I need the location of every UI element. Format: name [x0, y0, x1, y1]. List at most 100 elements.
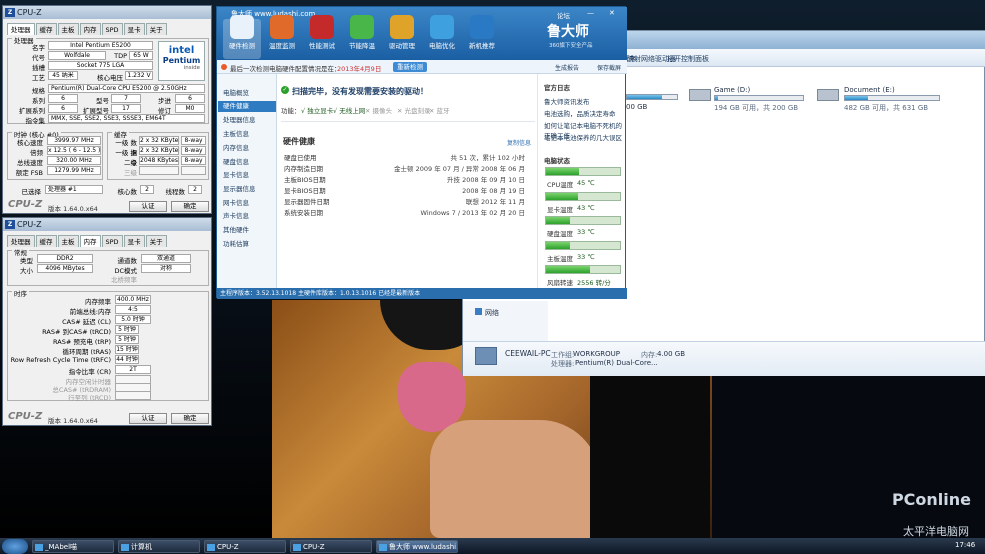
- copy-info-link[interactable]: 复制信息: [507, 138, 531, 147]
- rated-fsb-label: 额定 FSB: [15, 169, 43, 177]
- nav-item-0[interactable]: 硬件检测: [223, 40, 261, 50]
- mem-size-label: 大小: [20, 267, 33, 275]
- minimize-button[interactable]: —: [587, 9, 594, 17]
- sidebar-item-3[interactable]: 主板信息: [223, 128, 249, 138]
- explorer-details-pane: [463, 341, 985, 376]
- health-row-key-4: 显示器固件日期: [284, 198, 330, 206]
- sidebar-item-1[interactable]: 硬件健康: [218, 100, 276, 112]
- sidebar-item-0[interactable]: 电脑概览: [223, 87, 249, 97]
- ras-label: 循环周期 (tRAS): [62, 348, 111, 356]
- tab-processor[interactable]: 处理器: [7, 23, 35, 35]
- validate2-button[interactable]: 认证: [129, 413, 167, 424]
- tab-mainboard[interactable]: 主板: [57, 23, 79, 35]
- core-speed-label: 核心速度: [17, 139, 43, 147]
- tab2-mainboard[interactable]: 主板: [57, 235, 79, 247]
- info-icon: [221, 64, 227, 70]
- health-row-key-3: 显卡BIOS日期: [284, 187, 326, 195]
- tab-memory[interactable]: 内存: [79, 23, 101, 35]
- function-1: √ 无线上网: [333, 107, 366, 115]
- validate-button[interactable]: 认证: [129, 201, 167, 212]
- cpuz-processor-window[interactable]: Z CPU-Z 处理器 缓存 主板 内存 SPD 显卡 关于 处理器 名字 Intel Pen…: [2, 5, 212, 214]
- rp-label: RAS# 预充电 (tRP): [53, 338, 111, 346]
- tab2-memory[interactable]: 内存: [79, 235, 101, 247]
- health-row-value-3: 2008 年 08 月 19 日: [462, 187, 525, 195]
- drive-d-icon: [689, 89, 711, 101]
- nav-item-2[interactable]: 性能测试: [303, 40, 341, 50]
- dram-freq-label: 内存频率: [85, 298, 111, 306]
- nav-icon-5-icon: [430, 15, 454, 39]
- cas-label: CAS# 延迟 (CL): [62, 318, 111, 326]
- tab-about[interactable]: 关于: [145, 23, 167, 35]
- ludashi-window[interactable]: 鲁大师 www.ludashi.com 论坛 — ✕ 鲁大师 360旗下安全产品…: [216, 6, 627, 299]
- stepping-value: 6: [175, 94, 205, 103]
- sidebar-item-10[interactable]: 其他硬件: [223, 224, 249, 234]
- tab2-spd[interactable]: SPD: [101, 235, 123, 247]
- task-ludashi[interactable]: 鲁大师 www.ludashi...: [376, 540, 458, 553]
- cpuz2-title: CPU-Z: [17, 220, 42, 229]
- task-cpuz-2[interactable]: CPU-Z: [290, 540, 372, 553]
- technology-label: 工艺: [32, 74, 45, 82]
- toolbar-control-panel[interactable]: 打开控制面板: [667, 54, 709, 64]
- task-computer-label: 计算机: [131, 543, 152, 551]
- nav-item-4[interactable]: 驱动管理: [383, 40, 421, 50]
- nav-network[interactable]: 网络: [485, 308, 499, 318]
- sidebar-item-7[interactable]: 显示器信息: [223, 183, 256, 193]
- news-item-3[interactable]: 笔记本电池保养的几大误区: [544, 132, 622, 142]
- task-cpuz-1[interactable]: CPU-Z: [204, 540, 286, 553]
- generate-report-link[interactable]: 生成报告: [555, 63, 579, 72]
- health-row-key-5: 系统安装日期: [284, 209, 323, 217]
- nav-item-6[interactable]: 新机推荐: [463, 40, 501, 50]
- drive-d-bar: [714, 95, 804, 101]
- cpuz1-titlebar[interactable]: Z CPU-Z: [3, 6, 211, 19]
- forum-link[interactable]: 论坛: [557, 10, 570, 20]
- nav-item-1[interactable]: 温度监测: [263, 40, 301, 50]
- tab2-about[interactable]: 关于: [145, 235, 167, 247]
- cpuz-memory-window[interactable]: Z CPU-Z 处理器 缓存 主板 内存 SPD 显卡 关于 常规 类型 DDR2 通道数 双…: [2, 217, 212, 426]
- recheck-button[interactable]: 重新检测: [393, 62, 427, 72]
- drive-e-name[interactable]: Document (E:): [844, 86, 895, 94]
- temp-label-4: 风扇转速: [547, 279, 573, 287]
- tab-spd[interactable]: SPD: [101, 23, 123, 35]
- sidebar-item-11[interactable]: 功耗估算: [223, 238, 249, 248]
- clock[interactable]: 17:46: [955, 541, 975, 549]
- close-button[interactable]: ✕: [609, 9, 615, 17]
- save-screenshot-link[interactable]: 保存截屏: [597, 63, 621, 72]
- package-label: 插槽: [32, 64, 45, 72]
- task-mabel[interactable]: _MAbel喵: [32, 540, 114, 553]
- rated-fsb-value: 1279.99 MHz: [47, 166, 101, 175]
- functions-label: 功能：: [281, 107, 301, 115]
- cpuz-logo-icon: Z: [5, 8, 15, 17]
- tab-cache[interactable]: 缓存: [35, 23, 57, 35]
- nav-item-3[interactable]: 节能降温: [343, 40, 381, 50]
- l1-inst-ways: 8-way: [181, 146, 206, 155]
- ok-button[interactable]: 确定: [171, 201, 209, 212]
- task-computer[interactable]: 计算机: [118, 540, 200, 553]
- l1-data-value: 2 x 32 KBytes: [139, 136, 179, 145]
- tab2-cache[interactable]: 缓存: [35, 235, 57, 247]
- drive-d-name[interactable]: Game (D:): [714, 86, 750, 94]
- cpuz2-titlebar[interactable]: Z CPU-Z: [3, 218, 211, 231]
- cores-value: 2: [140, 185, 154, 194]
- function-2: ✕ 摄像头: [365, 107, 393, 115]
- pentium-logo-text: Pentium: [162, 56, 201, 65]
- news-item-1[interactable]: 电池选购，品质决定寿命: [544, 108, 616, 118]
- sidebar-item-5[interactable]: 硬盘信息: [223, 156, 249, 166]
- sidebar-item-4[interactable]: 内存信息: [223, 142, 249, 152]
- sidebar-item-2[interactable]: 处理器信息: [223, 114, 256, 124]
- start-button[interactable]: [2, 539, 28, 554]
- sidebar-item-6[interactable]: 显卡信息: [223, 169, 249, 179]
- processor-select[interactable]: 处理器 #1: [45, 185, 103, 194]
- news-item-0[interactable]: 鲁大师资讯发布: [544, 96, 590, 106]
- ok2-button[interactable]: 确定: [171, 413, 209, 424]
- tab2-graphics[interactable]: 显卡: [123, 235, 145, 247]
- cores-label: 核心数: [117, 188, 138, 196]
- l2-value: 2048 KBytes: [139, 156, 179, 165]
- sidebar-item-9[interactable]: 声卡信息: [223, 210, 249, 220]
- tab2-processor[interactable]: 处理器: [7, 235, 35, 247]
- cas-value: 5.0 时钟: [115, 315, 151, 324]
- sidebar-item-8[interactable]: 网卡信息: [223, 197, 249, 207]
- package-value: Socket 775 LGA: [48, 61, 153, 70]
- tab-graphics[interactable]: 显卡: [123, 23, 145, 35]
- nav-item-5[interactable]: 电脑优化: [423, 40, 461, 50]
- nav-icon-0-icon: [230, 15, 254, 39]
